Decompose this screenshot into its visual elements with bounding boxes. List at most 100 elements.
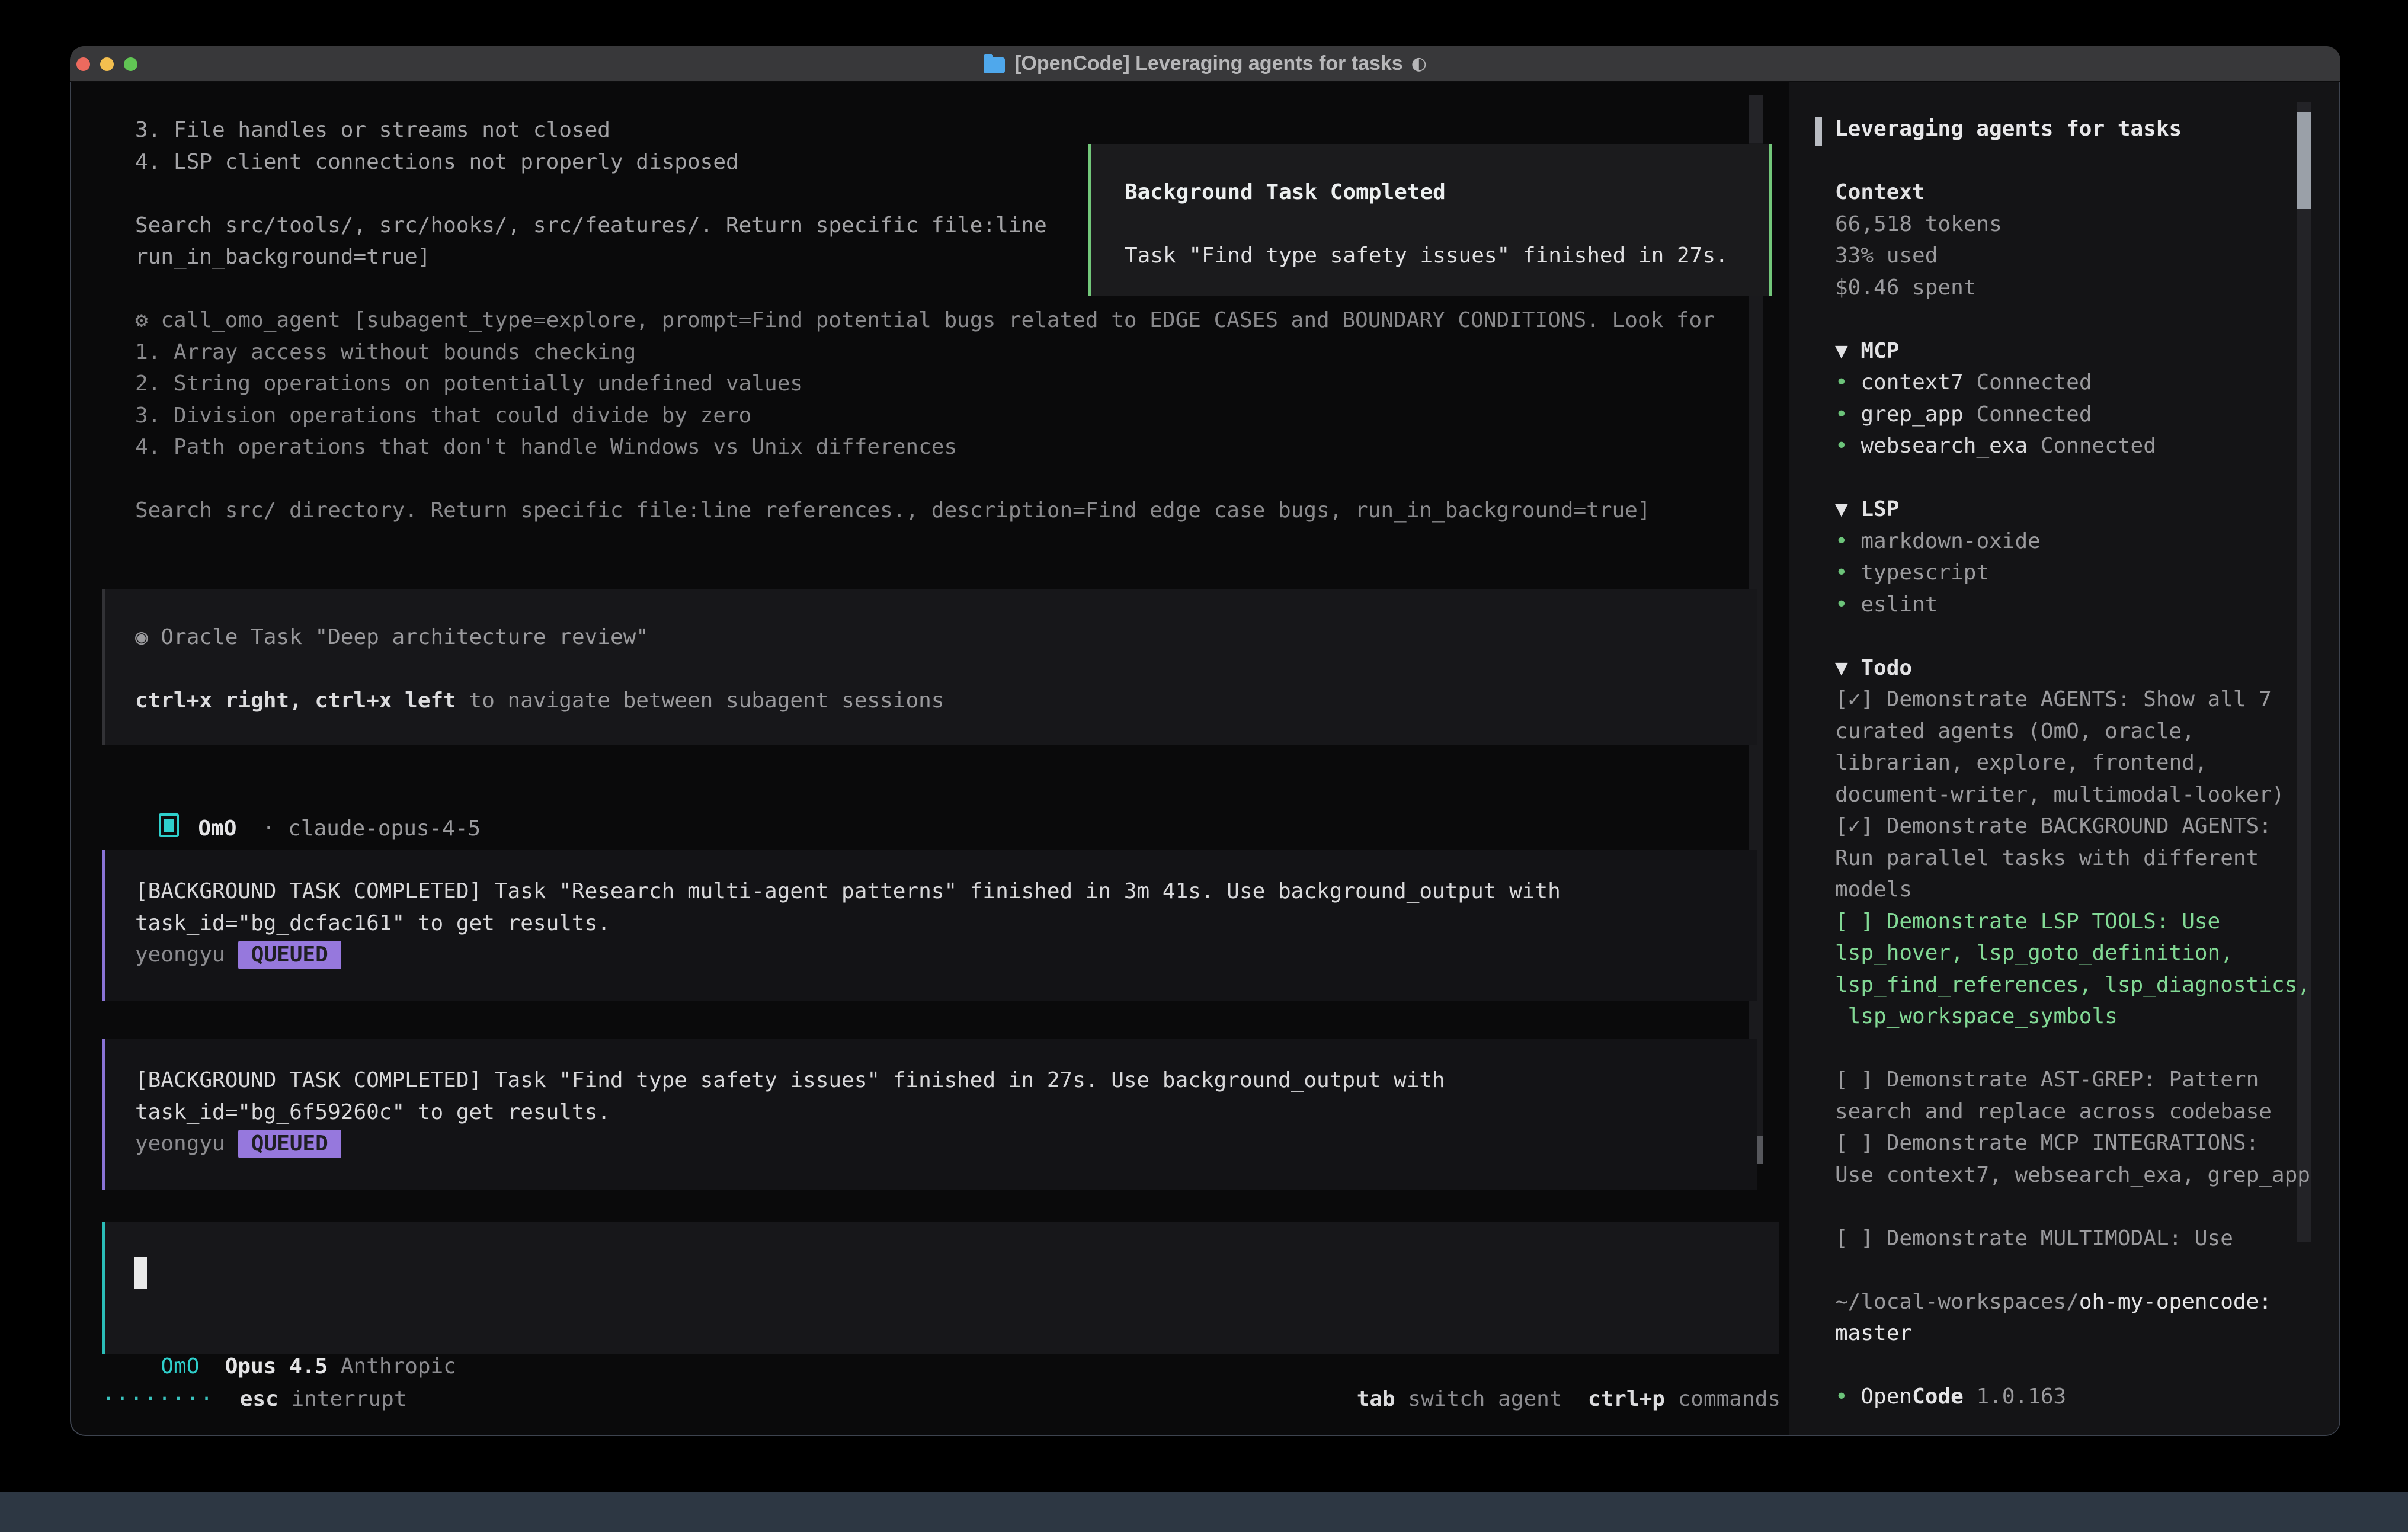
workspace-path: ~/local-workspaces/oh-my-opencode:	[1835, 1286, 2315, 1318]
tab-key-hint: tab	[1357, 1387, 1395, 1411]
bullet-icon: •	[1835, 402, 1848, 427]
message-line: task_id="bg_dcfac161" to get results.	[135, 908, 1757, 940]
todo-item: [✓] Demonstrate BACKGROUND AGENTS: Run p…	[1835, 810, 2315, 906]
folder-icon	[984, 57, 1005, 73]
author-name: yeongyu	[135, 943, 225, 967]
sidebar-edge-scroll-indicator	[1815, 117, 1822, 146]
blank-line	[1835, 1254, 2315, 1286]
bullet-icon: •	[1835, 370, 1848, 395]
message-line: [BACKGROUND TASK COMPLETED] Task "Resear…	[135, 876, 1757, 908]
blank-line	[135, 463, 1715, 495]
background-task-message: [BACKGROUND TASK COMPLETED] Task "Find t…	[102, 1039, 1757, 1190]
mcp-status: Connected	[1976, 370, 2092, 395]
blank-line	[1835, 145, 2315, 177]
agent-call-line: 1. Array access without bounds checking	[135, 336, 1715, 368]
todo-section-header[interactable]: ▼ Todo	[1835, 652, 2315, 684]
status-badge: QUEUED	[238, 1130, 341, 1158]
main-scrollbar-top-segment	[1749, 95, 1763, 143]
window-title: [OpenCode] Leveraging agents for tasks	[1014, 52, 1403, 75]
background-task-message: [BACKGROUND TASK COMPLETED] Task "Resear…	[102, 850, 1757, 1001]
gear-icon: ⚙	[135, 308, 148, 332]
app-version-row: • OpenCode 1.0.163	[1835, 1381, 2315, 1413]
git-branch: master	[1835, 1318, 2315, 1350]
message-meta: yeongyu QUEUED	[135, 939, 1757, 971]
input-provider-name: Anthropic	[341, 1354, 456, 1379]
input-agent-name: OmO	[161, 1354, 199, 1379]
status-bar: ········ esc interrupt tab switch agent …	[102, 1383, 1781, 1415]
input-model-name: Opus 4.5	[225, 1354, 328, 1379]
mcp-section-header[interactable]: ▼ MCP	[1835, 335, 2315, 367]
todo-item-active: [ ] Demonstrate LSP TOOLS: Use lsp_hover…	[1835, 906, 2315, 1033]
lsp-item: • eslint	[1835, 589, 2315, 621]
oracle-task-box: ◉ Oracle Task "Deep architecture review"…	[102, 589, 1757, 745]
app-version: 1.0.163	[1976, 1384, 2066, 1409]
sidebar-content: Leveraging agents for tasks Context 66,5…	[1835, 113, 2315, 1413]
bullet-icon: •	[1835, 434, 1848, 458]
todo-item: [ ] Demonstrate AST-GREP: Pattern search…	[1835, 1064, 2315, 1127]
desktop-dock-strip	[0, 1492, 2408, 1532]
lsp-item: • typescript	[1835, 557, 2315, 589]
working-indicator-icon: ◐	[1411, 53, 1427, 74]
terminal-line: 3. File handles or streams not closed	[135, 114, 1715, 146]
agent-model: claude-opus-4-5	[288, 816, 481, 841]
blank-line	[1835, 620, 2315, 652]
chevron-down-icon: ▼	[1835, 656, 1848, 680]
mcp-status: Connected	[2041, 434, 2156, 458]
commands-key-hint: ctrl+p	[1588, 1387, 1665, 1411]
message-line: [BACKGROUND TASK COMPLETED] Task "Find t…	[135, 1065, 1757, 1097]
agent-call-line: Search src/ directory. Return specific f…	[135, 495, 1715, 527]
input-model-row: OmO Opus 4.5 Anthropic	[135, 1319, 456, 1351]
bullet-icon: •	[1835, 560, 1848, 585]
chevron-down-icon: ▼	[1835, 339, 1848, 363]
agent-call-line: ⚙ call_omo_agent [subagent_type=explore,…	[135, 305, 1715, 336]
message-meta: yeongyu QUEUED	[135, 1128, 1757, 1160]
mcp-item: • context7 Connected	[1835, 367, 2315, 399]
oracle-task-title: ◉ Oracle Task "Deep architecture review"	[135, 621, 1757, 653]
session-title: Leveraging agents for tasks	[1835, 113, 2315, 145]
repo-name: oh-my-opencode:	[2079, 1290, 2272, 1314]
esc-key-hint: esc	[240, 1387, 278, 1411]
blank-line	[1125, 209, 1769, 241]
mcp-item: • websearch_exa Connected	[1835, 430, 2315, 462]
notification-popup: Background Task Completed Task "Find typ…	[1088, 144, 1772, 296]
app-name: OpenCode	[1861, 1384, 1963, 1409]
todo-item: [✓] Demonstrate AGENTS: Show all 7 curat…	[1835, 684, 2315, 810]
blank-line	[1835, 1191, 2315, 1223]
oracle-task-hint: ctrl+x right, ctrl+x left to navigate be…	[135, 685, 1757, 717]
blank-line	[1835, 1350, 2315, 1382]
context-header: Context	[1835, 177, 2315, 209]
text-cursor[interactable]	[134, 1257, 147, 1289]
status-badge: QUEUED	[238, 941, 341, 969]
agent-icon	[159, 813, 179, 837]
notification-title: Background Task Completed	[1125, 177, 1769, 209]
chevron-down-icon: ▼	[1835, 497, 1848, 521]
context-tokens: 66,518 tokens	[1835, 209, 2315, 241]
bullet-icon: •	[1835, 529, 1848, 553]
context-spent: $0.46 spent	[1835, 272, 2315, 304]
agent-name: OmO	[198, 816, 236, 841]
agent-call-line: 2. String operations on potentially unde…	[135, 368, 1715, 400]
message-line: task_id="bg_6f59260c" to get results.	[135, 1097, 1757, 1129]
zoom-button[interactable]	[124, 57, 137, 71]
agent-call-line: 4. Path operations that don't handle Win…	[135, 431, 1715, 463]
close-button[interactable]	[76, 57, 90, 71]
blank-line	[1835, 1033, 2315, 1065]
todo-item: [ ] Demonstrate MCP INTEGRATIONS: Use co…	[1835, 1127, 2315, 1191]
mcp-status: Connected	[1976, 402, 2092, 427]
minimize-button[interactable]	[100, 57, 114, 71]
window-titlebar[interactable]: [OpenCode] Leveraging agents for tasks ◐	[70, 46, 2340, 82]
separator-dot	[236, 816, 262, 841]
agent-call-line: 3. Division operations that could divide…	[135, 400, 1715, 432]
lsp-section-header[interactable]: ▼ LSP	[1835, 493, 2315, 525]
oracle-icon: ◉	[135, 625, 148, 649]
status-left: ········ esc interrupt	[102, 1387, 407, 1411]
keyboard-shortcut: ctrl+x right, ctrl+x left	[135, 688, 456, 713]
blank-line	[1835, 303, 2315, 335]
spinner-dots-icon: ········	[102, 1387, 214, 1411]
status-right: tab switch agent ctrl+p commands	[1357, 1387, 1781, 1411]
author-name: yeongyu	[135, 1132, 225, 1156]
agent-session-header: OmO · claude-opus-4-5	[133, 780, 481, 812]
bullet-icon: •	[1835, 592, 1848, 617]
blank-line	[135, 653, 1757, 685]
context-used: 33% used	[1835, 240, 2315, 272]
